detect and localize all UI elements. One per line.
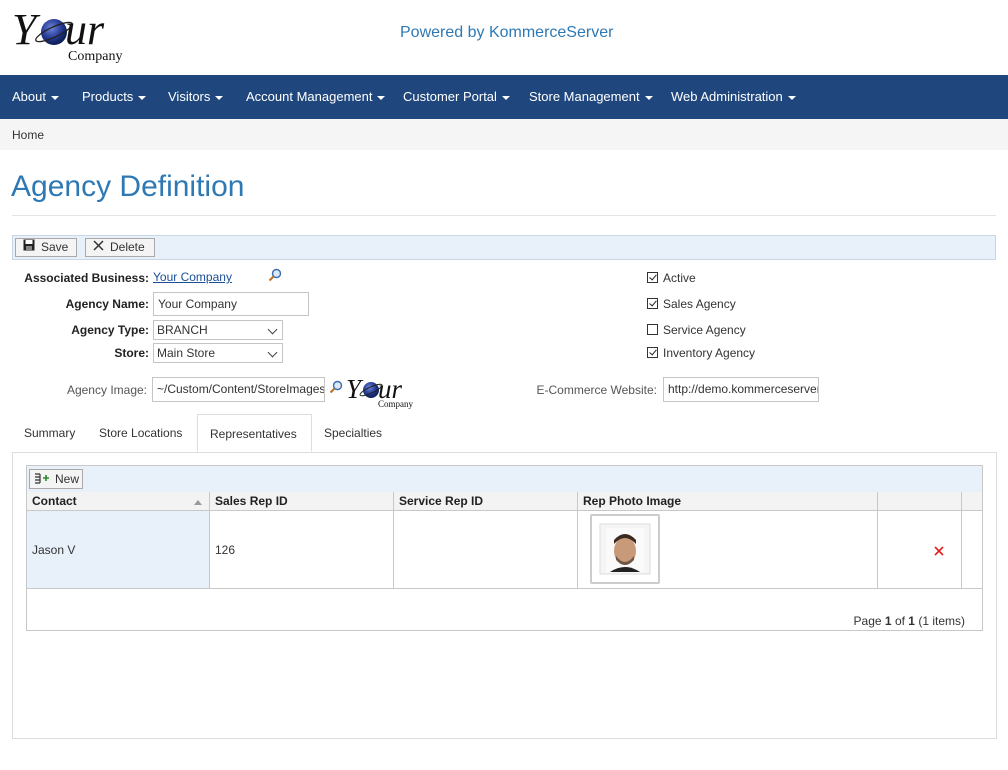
delete-button[interactable]: Delete (85, 238, 155, 257)
grid-toolbar: New (27, 466, 982, 493)
magnifier-icon[interactable] (268, 268, 284, 284)
save-button[interactable]: Save (15, 238, 77, 257)
representatives-grid: New Contact Sales Rep ID Service Rep ID … (26, 465, 983, 631)
agency-image-input[interactable]: ~/Custom/Content/StoreImages/ (152, 377, 325, 402)
cell-rep-photo (578, 511, 878, 589)
caret-down-icon (787, 95, 796, 100)
svg-text:ur: ur (65, 5, 105, 54)
nav-visitors[interactable]: Visitors (168, 75, 224, 119)
store-select[interactable]: Main Store (153, 343, 283, 363)
svg-text:Company: Company (378, 399, 413, 409)
breadcrumb: Home (0, 119, 1008, 150)
save-icon (23, 239, 35, 256)
main-nav: About Products Visitors Account Manageme… (0, 75, 1008, 119)
nav-account-management[interactable]: Account Management (246, 75, 386, 119)
ecommerce-website-label: E-Commerce Website: (536, 383, 657, 397)
column-header-rep-photo-image[interactable]: Rep Photo Image (578, 492, 878, 511)
column-header-scroll-spacer (962, 492, 982, 511)
column-header-service-rep-id[interactable]: Service Rep ID (394, 492, 578, 511)
agency-image-preview: Y ur Company (345, 372, 420, 410)
ecommerce-website-input[interactable]: http://demo.kommerceserver (663, 377, 819, 402)
close-icon (93, 239, 104, 256)
sort-ascending-icon (194, 500, 202, 505)
inventory-agency-label: Inventory Agency (663, 346, 756, 360)
active-label: Active (663, 271, 696, 285)
cell-service-rep-id[interactable] (394, 511, 578, 589)
svg-text:Y: Y (12, 5, 41, 54)
caret-down-icon (50, 95, 59, 100)
caret-down-icon (501, 95, 510, 100)
caret-down-icon (138, 95, 147, 100)
tab-representatives[interactable]: Representatives (197, 414, 312, 452)
agency-type-select[interactable]: BRANCH (153, 320, 283, 340)
cell-contact[interactable]: Jason V (27, 511, 210, 589)
form-toolbar: Save Delete (12, 235, 996, 260)
nav-store-management[interactable]: Store Management (529, 75, 653, 119)
caret-down-icon (215, 95, 224, 100)
inventory-agency-checkbox[interactable] (647, 347, 658, 358)
delete-row-icon[interactable] (934, 545, 944, 559)
agency-type-label: Agency Type: (71, 323, 149, 337)
nav-about[interactable]: About (12, 75, 59, 119)
nav-web-administration[interactable]: Web Administration (671, 75, 796, 119)
associated-business-link[interactable]: Your Company (153, 270, 232, 284)
tab-summary[interactable]: Summary (12, 414, 87, 452)
header: Y ur Company Powered by KommerceServer (0, 0, 1008, 75)
svg-text:Company: Company (68, 49, 122, 64)
powered-by-text: Powered by KommerceServer (400, 24, 614, 41)
divider (12, 215, 996, 216)
column-header-contact[interactable]: Contact (27, 492, 210, 511)
svg-text:Y: Y (346, 374, 364, 404)
store-label: Store: (114, 346, 149, 360)
agency-name-label: Agency Name: (65, 297, 149, 311)
column-header-sales-rep-id[interactable]: Sales Rep ID (210, 492, 394, 511)
agency-image-label: Agency Image: (66, 383, 147, 397)
breadcrumb-home[interactable]: Home (12, 128, 44, 142)
rep-photo[interactable] (590, 514, 660, 584)
agency-name-input[interactable]: Your Company (153, 292, 309, 316)
sales-agency-label: Sales Agency (663, 297, 736, 311)
tab-specialties[interactable]: Specialties (312, 414, 394, 452)
cell-sales-rep-id[interactable]: 126 (210, 511, 394, 589)
grid-pager: Page 1 of 1 (1 items) (853, 614, 965, 628)
cell-spacer (962, 511, 982, 589)
sales-agency-checkbox[interactable] (647, 298, 658, 309)
sales-rep-id: 126 (215, 543, 236, 557)
nav-products[interactable]: Products (82, 75, 147, 119)
tab-store-locations[interactable]: Store Locations (87, 414, 194, 452)
caret-down-icon (377, 95, 386, 100)
page-title: Agency Definition (11, 170, 245, 203)
column-header-actions (878, 492, 962, 511)
new-record-icon (34, 471, 50, 489)
associated-business-label: Associated Business: (24, 271, 149, 285)
cell-actions (878, 511, 962, 589)
chevron-down-icon (267, 347, 278, 358)
chevron-down-icon (267, 324, 278, 335)
new-button[interactable]: New (29, 469, 83, 489)
nav-customer-portal[interactable]: Customer Portal (403, 75, 510, 119)
service-agency-label: Service Agency (663, 323, 746, 337)
service-agency-checkbox[interactable] (647, 324, 658, 335)
active-checkbox[interactable] (647, 272, 658, 283)
caret-down-icon (644, 95, 653, 100)
magnifier-icon[interactable] (329, 380, 345, 396)
company-logo[interactable]: Y ur Company (10, 2, 140, 66)
contact-name: Jason V (32, 543, 76, 557)
